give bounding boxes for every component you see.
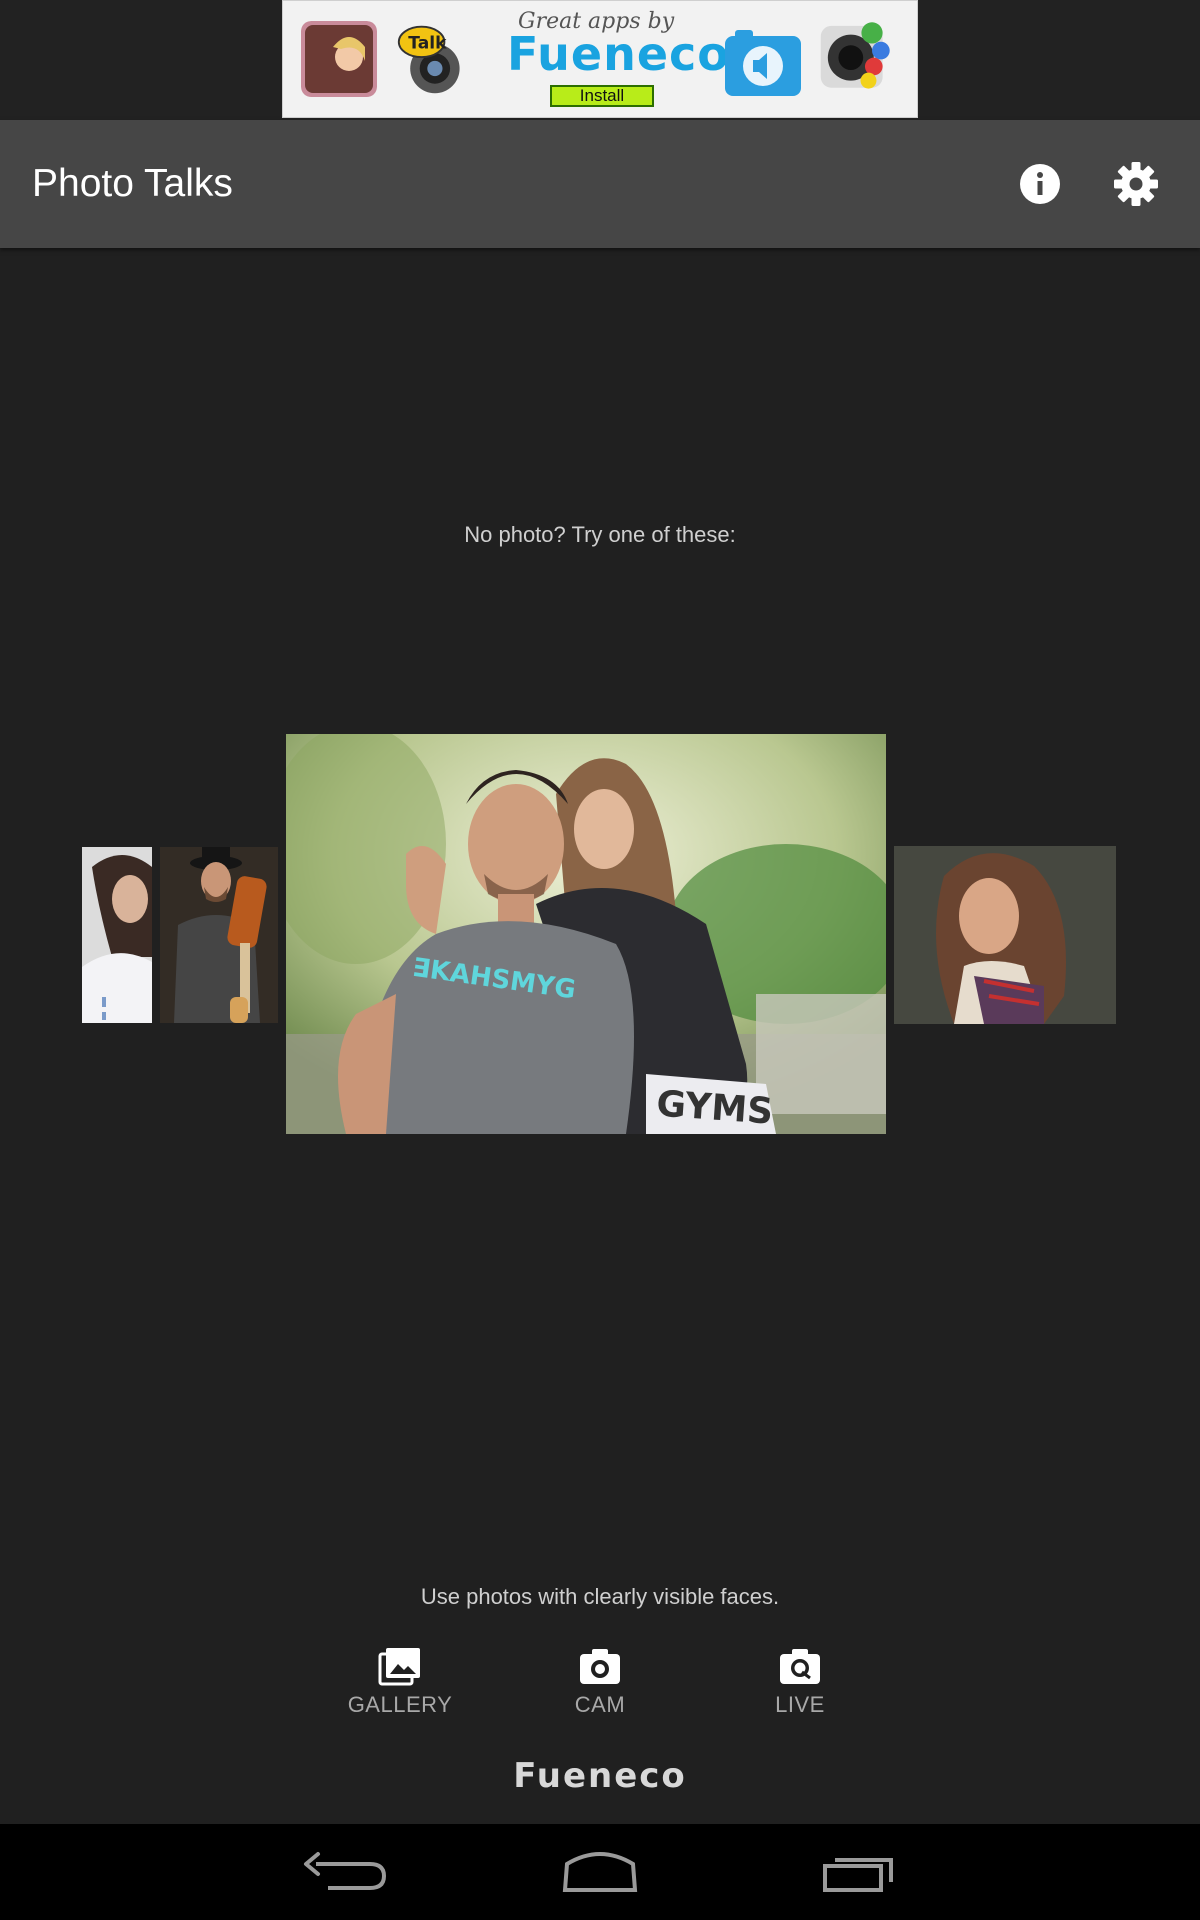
recents-icon [823, 1858, 893, 1892]
svg-text:GYMS: GYMS [655, 1084, 774, 1133]
sample-photo-couple-gymshark[interactable]: GYMS ∃KAHSMYG [286, 734, 886, 1134]
ad-app-icon-face [301, 21, 377, 97]
ad-brand: Fueneco [507, 27, 730, 81]
recents-button[interactable] [803, 1842, 913, 1902]
ad-app-icon-talk: Talk [397, 25, 460, 94]
sample-prompt: No photo? Try one of these: [464, 522, 736, 547]
home-button[interactable] [545, 1842, 655, 1902]
footer-brand-logo: Fueneco [513, 1756, 687, 1796]
photo-tip: Use photos with clearly visible faces. [420, 1584, 780, 1609]
info-icon [1020, 164, 1060, 204]
gallery-icon [378, 1648, 420, 1686]
ad-banner[interactable]: Talk Great apps by Fueneco Install [282, 0, 918, 118]
ad-app-icon-speaker [725, 30, 801, 96]
back-button[interactable] [288, 1842, 398, 1902]
sample-photo-carousel[interactable]: GYMS ∃KAHSMYG [0, 730, 1200, 1140]
cam-button[interactable]: CAM [520, 1640, 680, 1730]
app-bar: Photo Talks [0, 120, 1200, 248]
svg-text:Talk: Talk [408, 34, 447, 54]
camera-icon [580, 1649, 620, 1684]
ad-install-button[interactable]: Install [550, 85, 654, 107]
live-button[interactable]: LIVE [720, 1640, 880, 1730]
settings-icon [1114, 162, 1158, 206]
sample-photo-woman-long-hair[interactable] [894, 846, 1116, 1024]
back-icon [304, 1852, 387, 1890]
info-button[interactable] [1016, 160, 1064, 208]
cam-label: CAM [574, 1692, 626, 1717]
ad-app-icon-lens [820, 22, 890, 89]
live-label: LIVE [775, 1692, 825, 1717]
settings-button[interactable] [1112, 160, 1160, 208]
sample-photo-woman-white-dress[interactable] [82, 847, 152, 1023]
gallery-button[interactable]: GALLERY [320, 1640, 480, 1730]
home-icon [562, 1852, 638, 1892]
sample-photo-man-hat-guitar[interactable] [160, 847, 278, 1023]
system-nav-bar [0, 1824, 1200, 1920]
gallery-label: GALLERY [347, 1692, 453, 1717]
live-camera-icon [780, 1649, 820, 1684]
app-title: Photo Talks [32, 162, 233, 205]
